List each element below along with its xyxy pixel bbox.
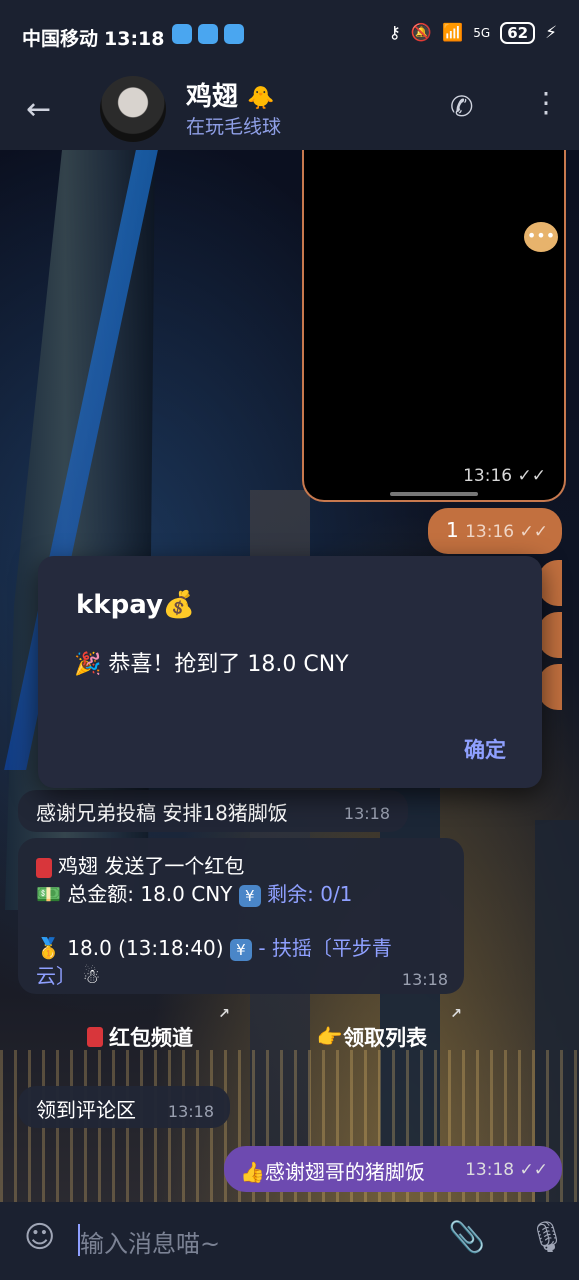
- notification-icon: [172, 24, 192, 44]
- message-time: 13:18: [343, 804, 390, 823]
- key-icon: ⚷: [388, 23, 401, 43]
- duck-emoji: 🐥: [247, 86, 275, 111]
- status-time: 13:18: [104, 28, 165, 50]
- incoming-message[interactable]: 感谢兄弟投稿 安排18猪脚饭 13:18: [18, 790, 408, 832]
- outgoing-message[interactable]: 👍感谢翅哥的猪脚饭 13:18 ✓✓: [224, 1146, 562, 1192]
- external-arrow-icon: ↗: [218, 1006, 230, 1022]
- message-time: 13:18: [167, 1102, 214, 1121]
- notification-icon: [198, 24, 218, 44]
- status-carrier: 中国移动 13:18: [22, 28, 165, 50]
- status-right: ⚷ 🔕 📶 5G 62 ⚡: [388, 22, 557, 44]
- back-arrow-icon[interactable]: ←: [26, 92, 51, 127]
- message-text: 感谢兄弟投稿 安排18猪脚饭: [36, 801, 288, 825]
- redpacket-line: 🥇 18.0 (13:18:40) ¥ - 扶摇〔平步青: [36, 936, 392, 961]
- red-packet-message[interactable]: 鸡翅 发送了一个红包 💵 总金额: 18.0 CNY ¥ 剩余: 0/1 🥇 1…: [18, 838, 464, 994]
- claimer-link[interactable]: - 扶摇〔平步青: [258, 936, 392, 960]
- redpacket-line: 💵 总金额: 18.0 CNY ¥ 剩余: 0/1: [36, 882, 353, 907]
- notification-icon: [224, 24, 244, 44]
- contact-status: 在玩毛线球: [186, 116, 282, 138]
- redpacket-channel-button[interactable]: 红包频道 ↗: [50, 1002, 230, 1072]
- claimer-link[interactable]: 云〕: [36, 964, 76, 988]
- video-home-bar: [390, 492, 478, 496]
- message-input[interactable]: 输入消息喵~: [80, 1224, 220, 1259]
- mute-icon: 🔕: [410, 23, 433, 43]
- message-text: 领到评论区: [36, 1098, 136, 1122]
- message-text: 👍感谢翅哥的猪脚饭: [240, 1160, 425, 1184]
- red-envelope-icon: [36, 857, 52, 878]
- message-time: 13:18 ✓✓: [465, 1160, 548, 1180]
- outgoing-message[interactable]: 1 13:16 ✓✓: [428, 508, 562, 554]
- battery-indicator: 62: [500, 22, 536, 44]
- redpacket-line: 云〕 ☃: [36, 960, 100, 989]
- dialog-title: kkpay💰: [76, 590, 196, 620]
- mic-icon[interactable]: 🎙: [528, 1220, 566, 1255]
- more-icon[interactable]: ⋮: [532, 86, 560, 119]
- incoming-message[interactable]: 领到评论区 13:18: [18, 1086, 230, 1128]
- redpacket-line: 鸡翅 发送了一个红包: [36, 850, 244, 879]
- phone-icon[interactable]: ✆: [450, 90, 473, 123]
- attach-icon[interactable]: 📎: [448, 1220, 485, 1255]
- red-envelope-icon: [87, 1027, 103, 1047]
- money-icon: 💵: [36, 882, 61, 906]
- yen-icon: ¥: [238, 884, 261, 907]
- message-time: 13:16 ✓✓: [463, 466, 546, 486]
- pointing-hand-icon: 👉: [316, 1024, 344, 1049]
- chat-bubble-icon[interactable]: •••: [524, 222, 558, 252]
- message-input-bar: ☺ 输入消息喵~ 📎 🎙: [0, 1202, 579, 1280]
- alert-dialog: kkpay💰 🎉 恭喜！抢到了 18.0 CNY 确定: [38, 556, 542, 788]
- external-arrow-icon: ↗: [450, 1006, 462, 1022]
- network-label: 5G: [473, 26, 491, 40]
- video-message[interactable]: 13:16 ✓✓: [302, 150, 566, 502]
- emoji-icon[interactable]: ☺: [24, 1220, 55, 1255]
- dialog-message: 🎉 恭喜！抢到了 18.0 CNY: [74, 652, 349, 677]
- message-time: 13:18: [401, 970, 448, 989]
- claim-list-button[interactable]: 👉 领取列表 ↗: [282, 1002, 462, 1072]
- medal-icon: 🥇: [36, 936, 61, 960]
- confirm-button[interactable]: 确定: [464, 734, 506, 764]
- message-text: 1: [446, 518, 459, 542]
- status-app-icons: [172, 24, 244, 44]
- status-bar: 中国移动 13:18 ⚷ 🔕 📶 5G 62 ⚡: [0, 0, 579, 70]
- contact-name[interactable]: 鸡翅 🐥: [186, 76, 274, 113]
- wifi-icon: 📶: [442, 23, 464, 43]
- snowman-icon: ☃: [82, 964, 101, 988]
- avatar[interactable]: [100, 76, 166, 142]
- charging-icon: ⚡: [545, 23, 557, 43]
- chat-header: ← 鸡翅 🐥 在玩毛线球 ✆ ⋮: [0, 70, 579, 150]
- message-time: 13:16 ✓✓: [465, 522, 548, 542]
- yen-icon: ¥: [229, 938, 252, 961]
